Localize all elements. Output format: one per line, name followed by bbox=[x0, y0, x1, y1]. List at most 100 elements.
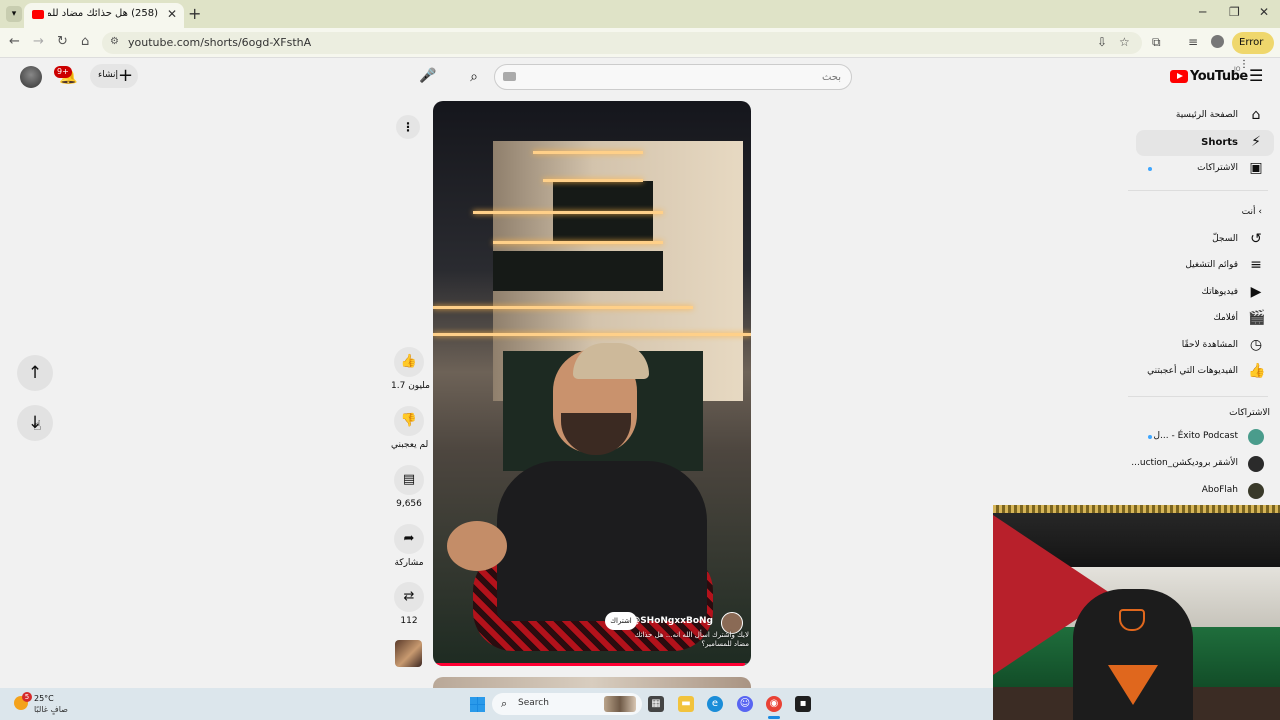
shorts-video-player[interactable]: اشتراك @SHoNgxxBoNg لايك واشترك اسأل الل… bbox=[433, 101, 751, 666]
dislike-button-icon[interactable]: 👎 bbox=[394, 406, 424, 436]
account-avatar[interactable] bbox=[20, 66, 42, 88]
sidebar-item-label: فيديوهاتك bbox=[1201, 287, 1238, 297]
error-status-button[interactable]: Error ⋮ bbox=[1232, 32, 1274, 70]
chrome-browser-icon[interactable]: ◉ bbox=[766, 696, 782, 712]
remix-count: 112 bbox=[400, 616, 418, 626]
channel-avatar bbox=[1248, 483, 1264, 499]
channel-avatar bbox=[1248, 429, 1264, 445]
liked-icon: 👍 bbox=[1248, 363, 1266, 379]
sidebar-item-subscriptions[interactable]: ▣ الاشتراكات bbox=[1136, 156, 1274, 182]
building-lights bbox=[433, 306, 693, 309]
sidebar-item-movies[interactable]: 🎬 أفلامك bbox=[1136, 306, 1274, 332]
search-input[interactable] bbox=[521, 67, 841, 87]
profile-avatar-icon[interactable] bbox=[1211, 35, 1224, 48]
sidebar-item-your-videos[interactable]: ▶ فيديوهاتك bbox=[1136, 280, 1274, 306]
url-text[interactable]: youtube.com/shorts/6ogd-XFsthA bbox=[128, 36, 311, 49]
media-control-icon[interactable]: ≡ bbox=[1188, 35, 1198, 49]
forward-arrow-icon[interactable]: → bbox=[33, 34, 44, 49]
subscription-item[interactable]: AboFlah bbox=[1136, 478, 1274, 504]
sidebar-item-watch-later[interactable]: ◷ المشاهدة لاحقًا bbox=[1136, 333, 1274, 359]
shorts-icon: ⚡ bbox=[1251, 134, 1261, 150]
address-bar[interactable]: ⚙ youtube.com/shorts/6ogd-XFsthA bbox=[102, 32, 1142, 54]
person-shirt bbox=[497, 461, 707, 621]
youtube-logo[interactable]: YouTube bbox=[1170, 69, 1248, 85]
chair-logo bbox=[1119, 609, 1145, 631]
notifications-badge: 9+ bbox=[54, 66, 72, 78]
home-icon: ⌂ bbox=[1251, 107, 1261, 123]
tab-search-chevron-icon[interactable]: ▾ bbox=[6, 6, 22, 22]
reload-icon[interactable]: ↻ bbox=[57, 34, 68, 49]
create-label: إنشاء bbox=[98, 70, 119, 80]
sidebar-item-label: الأشقر بروديكشن_uction... bbox=[1131, 458, 1238, 468]
channel-row[interactable]: @SHoNgxxBoNg bbox=[603, 612, 743, 634]
terminal-app-icon[interactable]: ▪ bbox=[795, 696, 811, 712]
weather-temperature[interactable]: 25°C bbox=[34, 694, 54, 703]
sound-thumbnail[interactable] bbox=[395, 640, 422, 667]
weather-description[interactable]: صافٍ غالبًا bbox=[34, 705, 68, 714]
taskbar-search[interactable]: ⌕ Search bbox=[492, 693, 642, 715]
remix-button-icon[interactable]: ⇄ bbox=[394, 582, 424, 612]
sidebar-item-playlists[interactable]: ≡ قوائم التشغيل bbox=[1136, 253, 1274, 279]
install-app-icon[interactable]: ⇩ bbox=[1097, 35, 1107, 49]
create-button[interactable]: + إنشاء bbox=[90, 64, 138, 88]
sidebar-item-liked-videos[interactable]: 👍 الفيديوهات التي أعجبتني bbox=[1136, 359, 1274, 385]
home-button-icon[interactable]: ⌂ bbox=[81, 34, 89, 49]
keyboard-icon[interactable] bbox=[503, 72, 516, 81]
you-section-label: أنت bbox=[1241, 207, 1256, 217]
tab-close-icon[interactable]: ✕ bbox=[167, 7, 177, 21]
building-lights bbox=[433, 333, 751, 336]
sidebar-item-home[interactable]: ⌂ الصفحة الرئيسية bbox=[1136, 103, 1274, 129]
voice-search-mic-icon[interactable]: 🎤 bbox=[416, 64, 440, 88]
plus-icon: + bbox=[118, 65, 134, 86]
search-box[interactable] bbox=[494, 64, 852, 90]
video-progress-fill bbox=[433, 663, 745, 666]
flag-fringe bbox=[993, 505, 1280, 513]
channel-avatar bbox=[1248, 456, 1264, 472]
youtube-play-logo-icon bbox=[1170, 70, 1188, 83]
more-options-icon[interactable]: ⋮ bbox=[396, 115, 420, 139]
comments-button-icon[interactable]: ▤ bbox=[394, 465, 424, 495]
task-view-icon[interactable]: ▦ bbox=[648, 696, 664, 712]
sidebar-item-label: المشاهدة لاحقًا bbox=[1181, 340, 1238, 350]
you-section-header[interactable]: أنت ‹ bbox=[1242, 207, 1262, 217]
video-progress-bar[interactable] bbox=[433, 663, 751, 666]
hand-cursor-icon: ☝ bbox=[33, 418, 42, 434]
windows-start-icon[interactable] bbox=[470, 697, 485, 712]
chevron-left-icon: ‹ bbox=[1258, 207, 1262, 217]
weather-badge: 5 bbox=[22, 692, 32, 702]
file-explorer-icon[interactable]: ▬ bbox=[678, 696, 694, 712]
sidebar-item-history[interactable]: ↺ السجلّ bbox=[1136, 227, 1274, 253]
like-action: 👍 1.7 مليون bbox=[391, 347, 430, 391]
sidebar-item-shorts[interactable]: ⚡ Shorts bbox=[1136, 130, 1274, 156]
windows-taskbar: 5 25°C صافٍ غالبًا ⌕ Search ▦ ▬ e ☺ ◉ ▪ bbox=[0, 688, 993, 720]
like-button-icon[interactable]: 👍 bbox=[394, 347, 424, 377]
browser-tab-youtube[interactable]: (258) هل حذائك مضاد للمسا ✕ bbox=[24, 3, 184, 28]
back-arrow-icon[interactable]: ← bbox=[9, 34, 20, 49]
channel-handle[interactable]: @SHoNgxxBoNg bbox=[631, 616, 713, 626]
subscription-item[interactable]: Éxito Podcast - ...ل bbox=[1136, 424, 1274, 450]
history-icon: ↺ bbox=[1250, 231, 1262, 247]
building-lights bbox=[533, 151, 643, 154]
extensions-icon[interactable]: ⧉ bbox=[1152, 35, 1161, 50]
dislike-label: لم يعجبني bbox=[391, 440, 429, 450]
subscription-item[interactable]: الأشقر بروديكشن_uction... bbox=[1131, 451, 1274, 477]
edge-browser-icon[interactable]: e bbox=[707, 696, 723, 712]
browser-tab-bar: ▾ (258) هل حذائك مضاد للمسا ✕ + ─ ❐ ✕ bbox=[0, 0, 1280, 28]
new-tab-plus-icon[interactable]: + bbox=[188, 4, 201, 23]
share-button-icon[interactable]: ➦ bbox=[394, 524, 424, 554]
bookmark-star-icon[interactable]: ☆ bbox=[1119, 35, 1130, 49]
window-close-icon[interactable]: ✕ bbox=[1259, 5, 1269, 19]
hamburger-menu-icon[interactable]: ☰ bbox=[1249, 66, 1263, 85]
discord-icon[interactable]: ☺ bbox=[737, 696, 753, 712]
logo-region: JO bbox=[1234, 66, 1241, 73]
site-info-icon[interactable]: ⚙ bbox=[110, 36, 119, 47]
previous-short-up-arrow-icon[interactable]: ↑ bbox=[17, 355, 53, 391]
search-icon: ⌕ bbox=[501, 697, 508, 710]
restore-icon[interactable]: ❐ bbox=[1229, 5, 1240, 19]
minimize-icon[interactable]: ─ bbox=[1199, 5, 1206, 19]
search-icon[interactable]: ⌕ bbox=[454, 65, 494, 89]
video-caption[interactable]: لايك واشترك اسأل الله انه... هل حذائك مض… bbox=[629, 631, 749, 649]
building-lights bbox=[473, 211, 663, 214]
tab-title: (258) هل حذائك مضاد للمسا bbox=[48, 8, 158, 19]
active-app-indicator bbox=[768, 716, 780, 719]
